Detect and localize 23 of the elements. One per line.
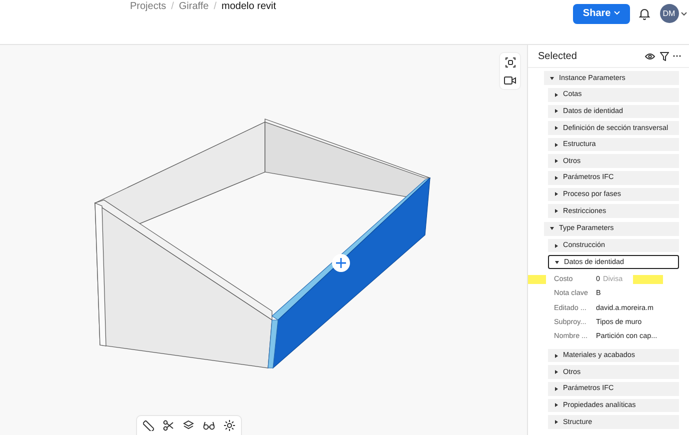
bell-icon[interactable] — [639, 8, 650, 20]
highlight-mark — [528, 274, 546, 284]
filter-icon[interactable] — [660, 52, 668, 60]
fit-view-icon[interactable] — [504, 57, 516, 68]
breadcrumb-current: modelo revit — [222, 0, 276, 14]
breadcrumb-separator: / — [171, 0, 174, 14]
video-camera-icon[interactable] — [504, 76, 516, 85]
chevron-down-icon[interactable] — [680, 12, 687, 16]
add-point-icon[interactable] — [332, 254, 350, 272]
panel-title: Selected — [538, 50, 577, 64]
eye-icon[interactable] — [645, 52, 655, 60]
highlight-mark — [632, 274, 663, 284]
breadcrumb-link[interactable]: Projects — [130, 0, 166, 14]
share-button[interactable]: Share — [572, 4, 630, 24]
chevron-down-icon — [614, 11, 620, 16]
scissors-icon[interactable] — [163, 420, 174, 431]
glasses-icon[interactable] — [203, 420, 215, 431]
breadcrumb-link[interactable]: Giraffe — [178, 0, 209, 14]
breadcrumb-separator: / — [214, 0, 217, 14]
ruler-icon[interactable] — [143, 420, 154, 431]
user-avatar[interactable]: DM — [660, 4, 678, 23]
sun-icon[interactable] — [224, 420, 235, 431]
layers-icon[interactable] — [183, 420, 194, 431]
